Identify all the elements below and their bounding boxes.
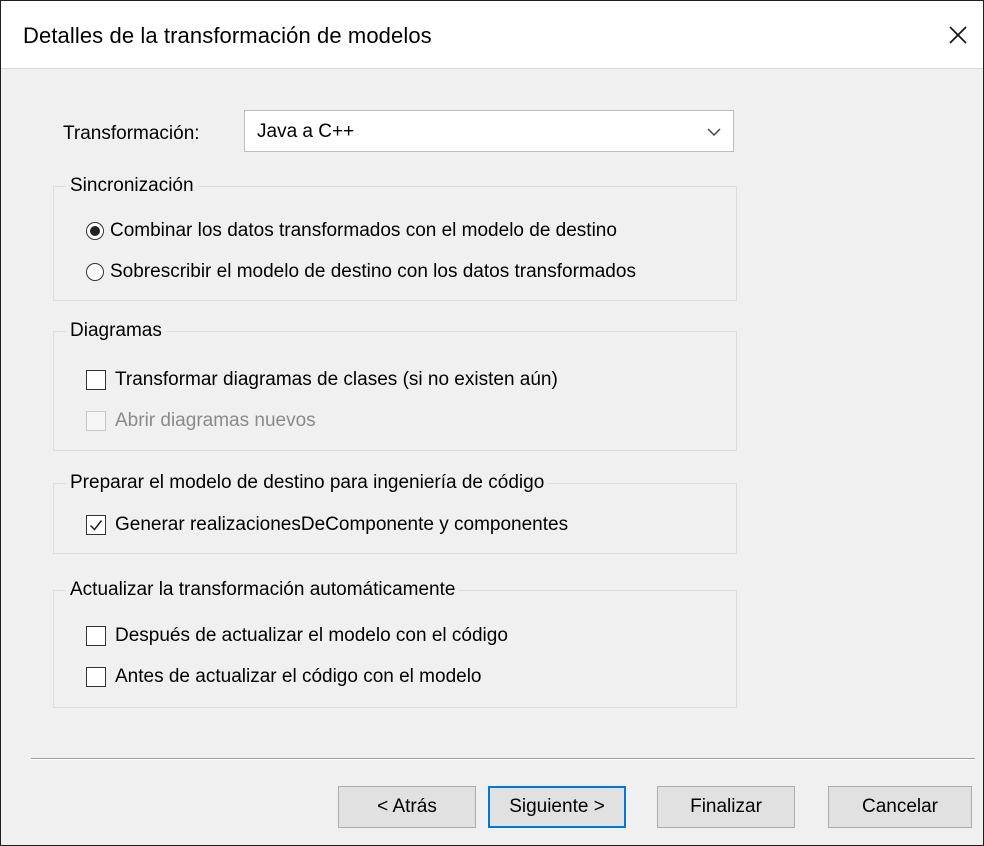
transformation-dropdown[interactable]: Java a C++ [244, 110, 734, 152]
title-bar: Detalles de la transformación de modelos [1, 1, 983, 69]
transformation-label: Transformación: [63, 123, 200, 144]
radio-button-selected[interactable] [86, 222, 104, 240]
back-button[interactable]: < Atrás [338, 786, 476, 828]
checkbox-after-update-model[interactable]: Después de actualizar el modelo con el c… [86, 625, 508, 647]
after-update-model-label: Después de actualizar el modelo con el c… [115, 625, 508, 646]
dialog-title: Detalles de la transformación de modelos [23, 23, 432, 48]
code-engineering-legend: Preparar el modelo de destino para ingen… [66, 471, 549, 495]
checkbox-generate-components[interactable]: Generar realizacionesDeComponente y comp… [86, 514, 568, 536]
radio-overwrite-label: Sobrescribir el modelo de destino con lo… [110, 261, 636, 282]
checkbox-open-new-diagrams: Abrir diagramas nuevos [86, 410, 316, 432]
close-icon [949, 25, 967, 44]
sync-legend: Sincronización [66, 174, 198, 198]
radio-overwrite[interactable]: Sobrescribir el modelo de destino con lo… [86, 261, 636, 283]
diagrams-group: Diagramas Transformar diagramas de clase… [53, 319, 737, 451]
checkbox-checked[interactable] [86, 515, 106, 535]
footer-separator [31, 758, 975, 760]
next-button[interactable]: Siguiente > [488, 786, 626, 828]
close-button[interactable] [933, 1, 983, 68]
diagrams-legend: Diagramas [66, 319, 166, 343]
checkbox[interactable] [86, 667, 106, 687]
open-new-diagrams-label: Abrir diagramas nuevos [115, 410, 316, 431]
transform-diagrams-label: Transformar diagramas de clases (si no e… [115, 369, 558, 390]
checkmark-icon [89, 520, 103, 531]
transformation-details-dialog: Detalles de la transformación de modelos… [0, 0, 984, 846]
generate-components-label: Generar realizacionesDeComponente y comp… [115, 514, 569, 535]
cancel-button[interactable]: Cancelar [828, 786, 972, 828]
transformation-selected-value: Java a C++ [257, 121, 355, 142]
finish-button[interactable]: Finalizar [657, 786, 795, 828]
auto-update-legend: Actualizar la transformación automáticam… [66, 578, 460, 602]
chevron-down-icon [707, 128, 721, 137]
before-update-code-label: Antes de actualizar el código con el mod… [115, 666, 482, 687]
code-engineering-group: Preparar el modelo de destino para ingen… [53, 471, 737, 554]
auto-update-group: Actualizar la transformación automáticam… [53, 578, 737, 708]
checkbox-transform-diagrams[interactable]: Transformar diagramas de clases (si no e… [86, 369, 558, 391]
radio-merge[interactable]: Combinar los datos transformados con el … [86, 220, 617, 242]
sync-group: Sincronización Combinar los datos transf… [53, 174, 737, 301]
radio-button[interactable] [86, 263, 104, 281]
checkbox[interactable] [86, 370, 106, 390]
checkbox-disabled [86, 411, 106, 431]
checkbox-before-update-code[interactable]: Antes de actualizar el código con el mod… [86, 666, 482, 688]
checkbox[interactable] [86, 626, 106, 646]
radio-merge-label: Combinar los datos transformados con el … [110, 220, 617, 241]
